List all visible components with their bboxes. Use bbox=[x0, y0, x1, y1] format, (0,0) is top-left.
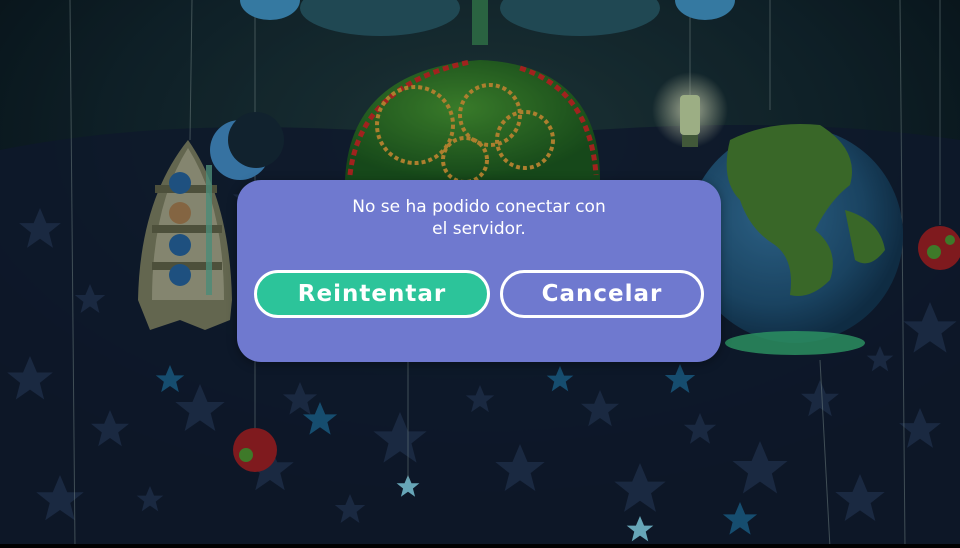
game-scene: No se ha podido conectar con el servidor… bbox=[0, 0, 960, 548]
error-message: No se ha podido conectar con el servidor… bbox=[352, 197, 606, 239]
retry-button[interactable]: Reintentar bbox=[254, 270, 490, 318]
connection-error-dialog: No se ha podido conectar con el servidor… bbox=[237, 180, 721, 362]
cancel-button[interactable]: Cancelar bbox=[500, 270, 704, 318]
bottom-edge bbox=[0, 544, 960, 548]
